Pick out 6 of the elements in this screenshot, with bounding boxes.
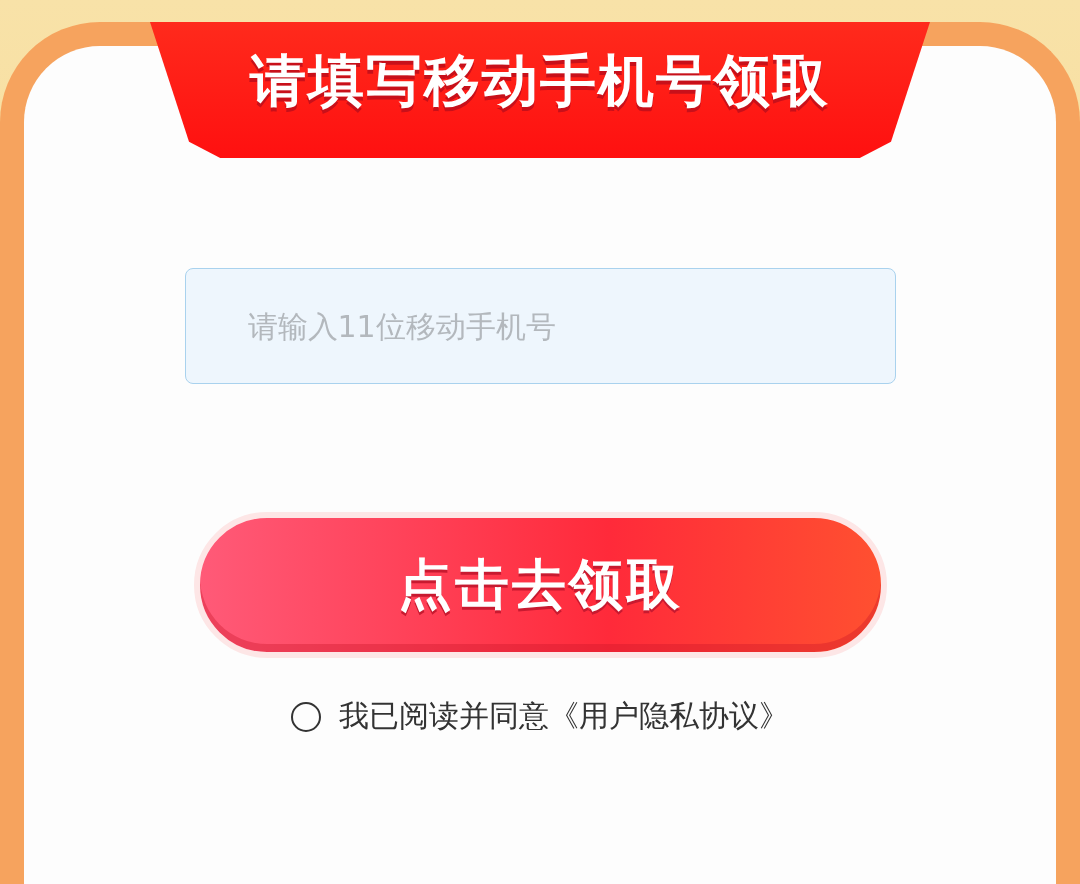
claim-button[interactable]: 点击去领取: [193, 512, 887, 658]
banner-title: 请填写移动手机号领取: [250, 47, 830, 115]
agreement-text: 我已阅读并同意: [339, 697, 549, 735]
phone-input-field[interactable]: 请输入11位移动手机号: [184, 268, 896, 384]
privacy-policy-link[interactable]: 《用户隐私协议》: [549, 696, 789, 737]
agreement-checkbox[interactable]: [291, 701, 321, 732]
